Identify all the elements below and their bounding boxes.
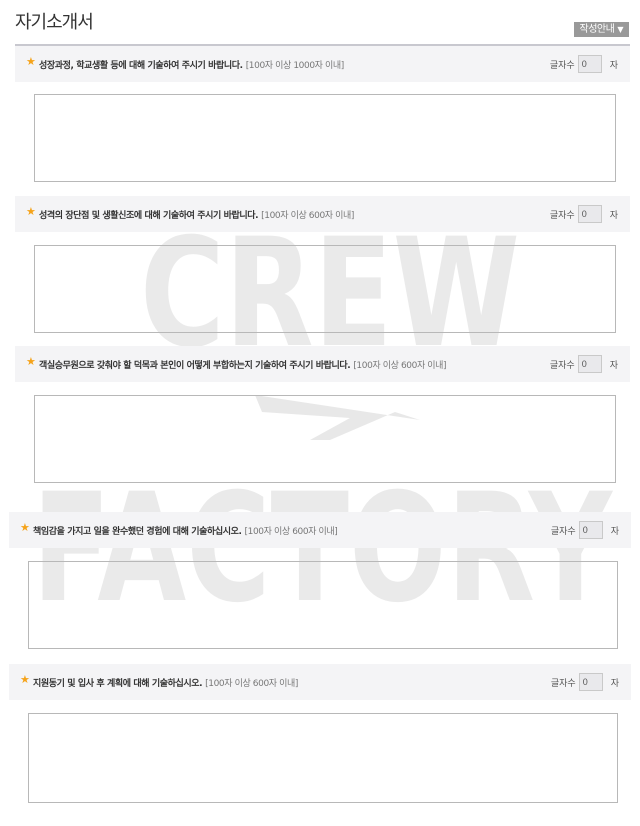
question-limit-3: [100자 이상 600자 이내] <box>353 361 447 371</box>
char-count-field-2[interactable] <box>577 205 602 223</box>
counter-label: 글자수 <box>550 678 576 689</box>
star-icon: ★ <box>26 355 36 368</box>
question-limit-4: [100자 이상 600자 이내] <box>244 527 338 537</box>
counter-unit: 자 <box>609 60 618 71</box>
question-limit-2: [100자 이상 600자 이내] <box>261 211 354 221</box>
counter-label: 글자수 <box>549 210 575 221</box>
counter-unit: 자 <box>610 526 619 537</box>
char-counter-3: 글자수 자 <box>550 354 618 374</box>
question-label-1: 성장과정, 학교생활 등에 대해 기술하여 주시기 바랍니다. <box>39 61 243 71</box>
question-label-4: 책임감을 가지고 일을 완수했던 경험에 대해 기술하십시오. <box>33 527 242 537</box>
question-header-2: ★ 성격의 장단점 및 생활신조에 대해 기술하여 주시기 바랍니다. [100자… <box>15 196 630 232</box>
caret-down-icon: ▼ <box>617 25 623 34</box>
answer-textarea-1[interactable] <box>34 94 616 182</box>
counter-label: 글자수 <box>549 60 575 71</box>
question-text-5: 지원동기 및 입사 후 계획에 대해 기술하십시오. [100자 이상 600자 … <box>33 676 298 689</box>
char-counter-2: 글자수 자 <box>550 204 618 224</box>
question-text-2: 성격의 장단점 및 생활신조에 대해 기술하여 주시기 바랍니다. [100자 이… <box>39 208 354 221</box>
question-text-1: 성장과정, 학교생활 등에 대해 기술하여 주시기 바랍니다. [100자 이상 … <box>39 58 344 71</box>
question-text-3: 객실승무원으로 갖춰야 할 덕목과 본인이 어떻게 부합하는지 기술하여 주시기… <box>39 358 447 371</box>
counter-label: 글자수 <box>549 360 575 371</box>
counter-unit: 자 <box>609 360 618 371</box>
answer-textarea-4[interactable] <box>28 561 618 649</box>
question-header-4: ★ 책임감을 가지고 일을 완수했던 경험에 대해 기술하십시오. [100자 이… <box>9 512 631 548</box>
char-counter-4: 글자수 자 <box>551 520 619 540</box>
question-header-3: ★ 객실승무원으로 갖춰야 할 덕목과 본인이 어떻게 부합하는지 기술하여 주… <box>15 346 630 382</box>
counter-unit: 자 <box>609 210 618 221</box>
question-text-4: 책임감을 가지고 일을 완수했던 경험에 대해 기술하십시오. [100자 이상 … <box>33 524 338 537</box>
question-header-1: ★ 성장과정, 학교생활 등에 대해 기술하여 주시기 바랍니다. [100자 이… <box>15 46 630 82</box>
char-counter-5: 글자수 자 <box>551 672 619 692</box>
answer-textarea-3[interactable] <box>34 395 616 483</box>
char-count-field-3[interactable] <box>577 355 602 373</box>
star-icon: ★ <box>20 521 30 534</box>
question-label-2: 성격의 장단점 및 생활신조에 대해 기술하여 주시기 바랍니다. <box>39 211 259 221</box>
question-limit-1: [100자 이상 1000자 이내] <box>245 61 345 71</box>
answer-textarea-5[interactable] <box>28 713 618 803</box>
char-count-field-4[interactable] <box>578 521 603 539</box>
star-icon: ★ <box>26 55 36 68</box>
question-section-5: ★ 지원동기 및 입사 후 계획에 대해 기술하십시오. [100자 이상 600… <box>9 664 631 809</box>
question-section-2: ★ 성격의 장단점 및 생활신조에 대해 기술하여 주시기 바랍니다. [100자… <box>15 196 630 336</box>
char-count-field-5[interactable] <box>578 673 603 691</box>
question-limit-5: [100자 이상 600자 이내] <box>205 679 298 689</box>
star-icon: ★ <box>20 673 30 686</box>
char-counter-1: 글자수 자 <box>550 54 618 74</box>
guide-button-label: 작성안내 <box>579 24 615 35</box>
question-label-3: 객실승무원으로 갖춰야 할 덕목과 본인이 어떻게 부합하는지 기술하여 주시기… <box>39 361 351 371</box>
writing-guide-button[interactable]: 작성안내 ▼ <box>573 22 629 37</box>
star-icon: ★ <box>26 205 36 218</box>
question-label-5: 지원동기 및 입사 후 계획에 대해 기술하십시오. <box>33 679 203 689</box>
char-count-field-1[interactable] <box>577 55 602 73</box>
question-section-3: ★ 객실승무원으로 갖춰야 할 덕목과 본인이 어떻게 부합하는지 기술하여 주… <box>15 346 630 486</box>
question-section-1: ★ 성장과정, 학교생활 등에 대해 기술하여 주시기 바랍니다. [100자 이… <box>15 46 630 186</box>
question-header-5: ★ 지원동기 및 입사 후 계획에 대해 기술하십시오. [100자 이상 600… <box>9 664 631 700</box>
page-title: 자기소개서 <box>15 12 94 33</box>
counter-unit: 자 <box>610 678 619 689</box>
counter-label: 글자수 <box>550 526 576 537</box>
answer-textarea-2[interactable] <box>34 245 616 333</box>
question-section-4: ★ 책임감을 가지고 일을 완수했던 경험에 대해 기술하십시오. [100자 이… <box>9 512 631 652</box>
